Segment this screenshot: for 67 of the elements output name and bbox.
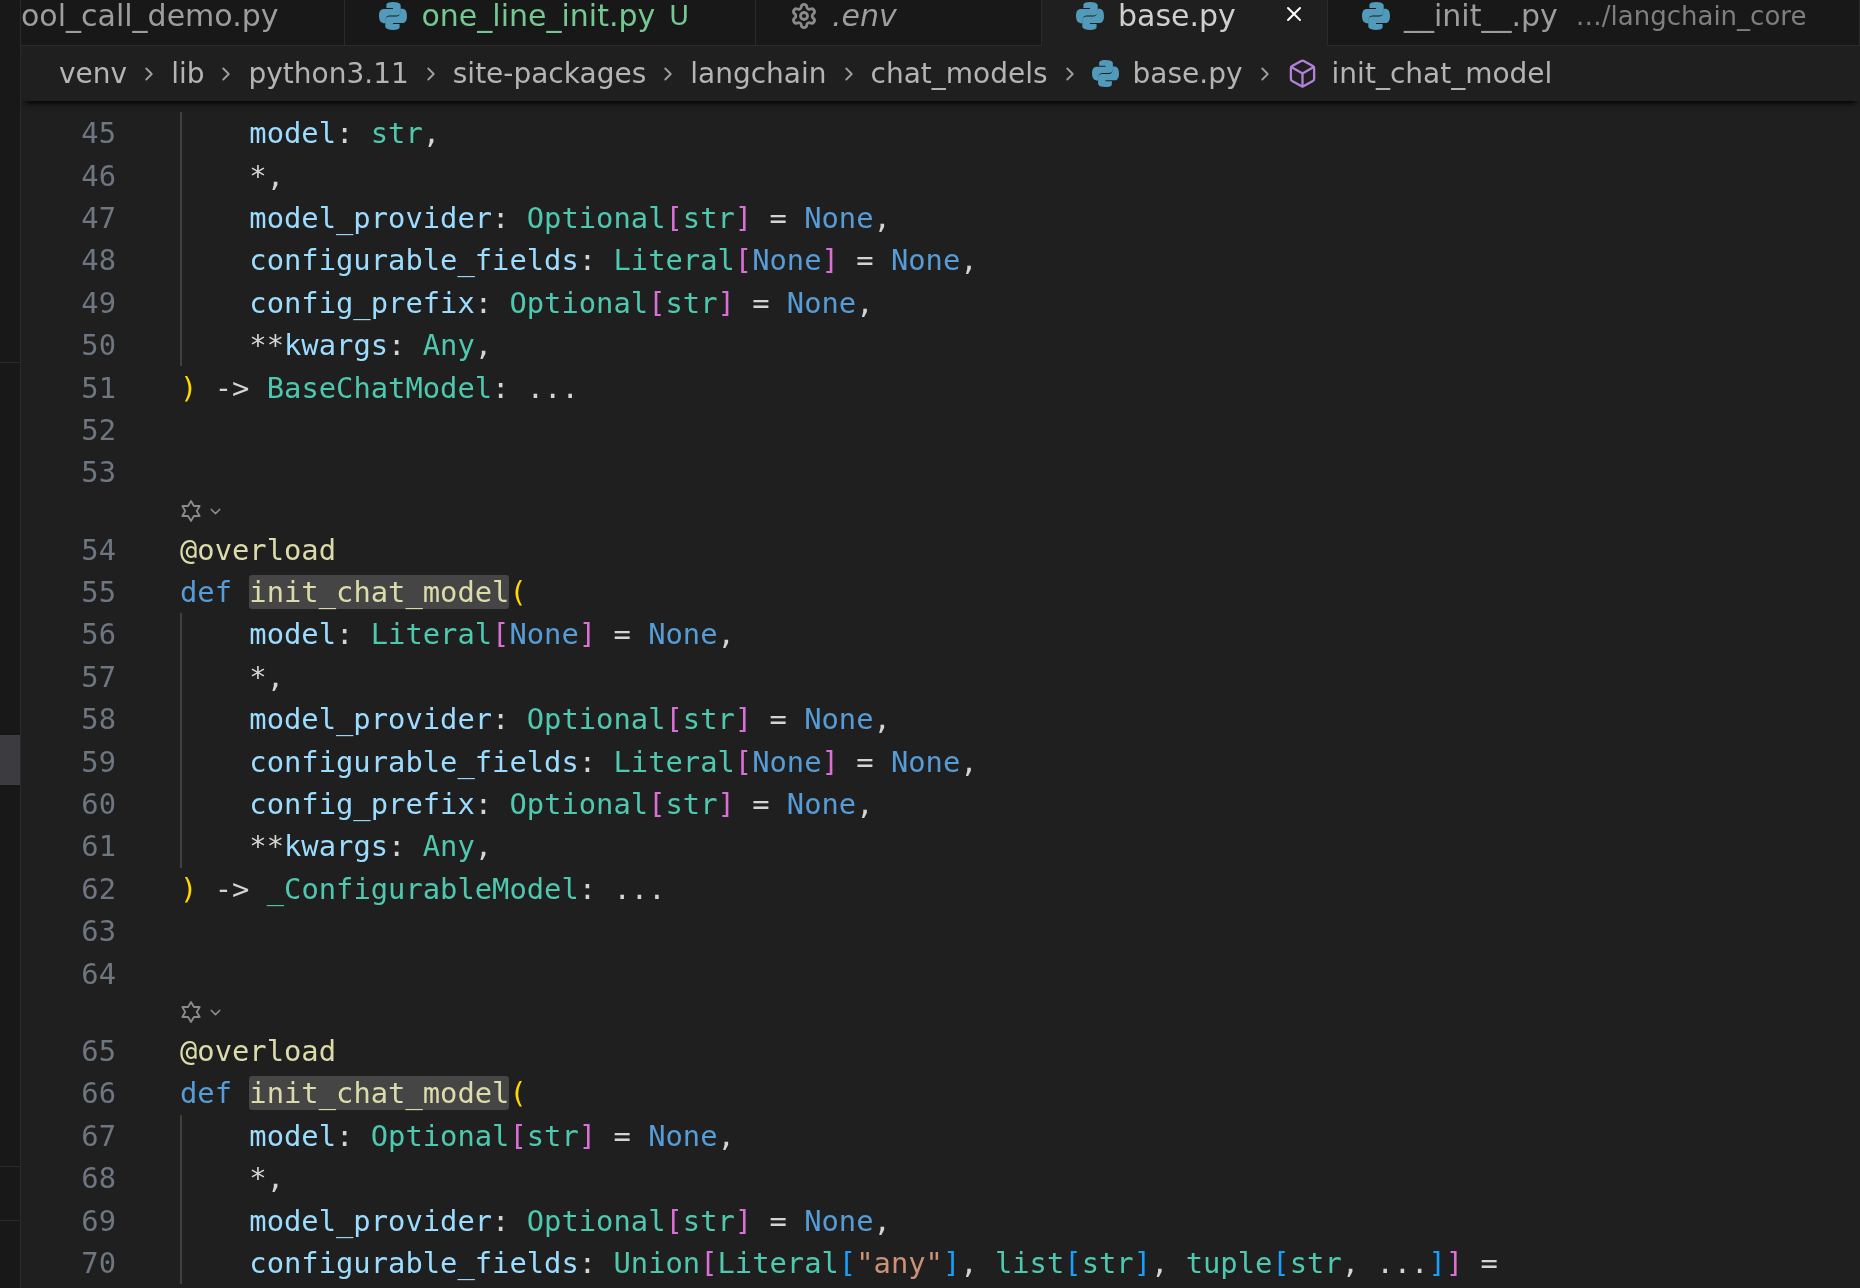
file-type-icon: [379, 2, 408, 30]
code-line: config_prefix: Optional[str] = None,: [249, 786, 874, 824]
file-type-icon: [1091, 60, 1119, 87]
code-line: configurable_fields: Literal[None] = None,: [249, 743, 978, 781]
star-icon: [180, 1001, 202, 1024]
scrollbar-thumb[interactable]: [0, 735, 20, 785]
line-number: 68: [80, 1160, 116, 1198]
line-number: 65: [80, 1033, 116, 1070]
file-type-icon: [1076, 2, 1104, 30]
line-number: 53: [80, 454, 116, 492]
breadcrumb-item[interactable]: python3.11: [248, 57, 409, 90]
line-number: 55: [80, 574, 116, 612]
line-number: 50: [80, 327, 116, 365]
line-number: 47: [80, 199, 116, 237]
breadcrumb-item[interactable]: chat_models: [870, 57, 1048, 90]
breadcrumb-item[interactable]: venv: [59, 57, 128, 90]
code-line: model: Literal[None] = None,: [249, 616, 735, 654]
code-line: config_prefix: Optional[str] = None,: [249, 284, 874, 322]
breadcrumb-item[interactable]: init_chat_model: [1286, 57, 1553, 90]
line-number: 57: [80, 658, 116, 696]
line-number: 48: [80, 242, 116, 280]
line-number: 70: [80, 1244, 116, 1282]
star-icon: [180, 500, 202, 522]
code-line: ) -> _ConfigurableModel: ...: [180, 870, 666, 908]
line-number: 66: [80, 1075, 116, 1113]
line-number: 49: [80, 284, 116, 322]
line-number: 52: [80, 411, 116, 449]
line-number: 64: [80, 955, 116, 993]
code-line: configurable_fields: Literal[None] = None,: [249, 242, 978, 280]
code-line: model: str,: [249, 115, 441, 153]
line-number: 67: [80, 1117, 116, 1155]
gear-icon: [790, 2, 818, 30]
breadcrumb-item[interactable]: langchain: [690, 57, 827, 90]
line-number: 51: [80, 369, 116, 407]
code-line: model_provider: Optional[str] = None,: [249, 701, 891, 739]
line-number: 62: [80, 870, 116, 908]
line-number: 58: [80, 701, 116, 739]
breadcrumb-item[interactable]: base.py: [1091, 57, 1243, 90]
line-number: 46: [80, 157, 116, 195]
code-line: @overload: [180, 531, 337, 569]
line-number: 59: [80, 743, 116, 781]
editor-tab[interactable]: one_line_init.py U: [345, 0, 756, 46]
code-line: model_provider: Optional[str] = None,: [249, 199, 891, 237]
line-number: 63: [80, 913, 116, 951]
editor-tab[interactable]: .env: [756, 0, 1042, 46]
file-type-icon: [1362, 2, 1390, 30]
code-line: model_provider: Optional[str] = None,: [249, 1202, 891, 1240]
line-number: 60: [80, 786, 116, 824]
code-line: configurable_fields: Union[Literal["any"], list[str], tuple[str, ...]] =: [249, 1244, 1498, 1282]
line-number: 56: [80, 616, 116, 654]
breadcrumb-item[interactable]: lib: [171, 57, 205, 90]
code-line: **kwargs: Any,: [249, 327, 493, 365]
code-line: ) -> BaseChatModel: ...: [180, 369, 579, 407]
code-line: *,: [249, 157, 285, 195]
editor-tab[interactable]: base.py: [1042, 0, 1328, 46]
breadcrumb-item[interactable]: site-packages: [452, 57, 647, 90]
editor-tab[interactable]: __init__.py …/langchain_core: [1328, 0, 1860, 46]
code-line: **kwargs: Any,: [249, 828, 493, 866]
code-line: *,: [249, 658, 285, 696]
editor-tab[interactable]: ool_call_demo.py: [21, 0, 346, 46]
line-number: 54: [80, 531, 116, 569]
line-number: 45: [80, 115, 116, 153]
line-number: 69: [80, 1202, 116, 1240]
code-line: model: Optional[str] = None,: [249, 1117, 735, 1155]
code-line: @overload: [180, 1033, 337, 1070]
line-number: 61: [80, 828, 116, 866]
code-line: *,: [249, 1160, 285, 1198]
